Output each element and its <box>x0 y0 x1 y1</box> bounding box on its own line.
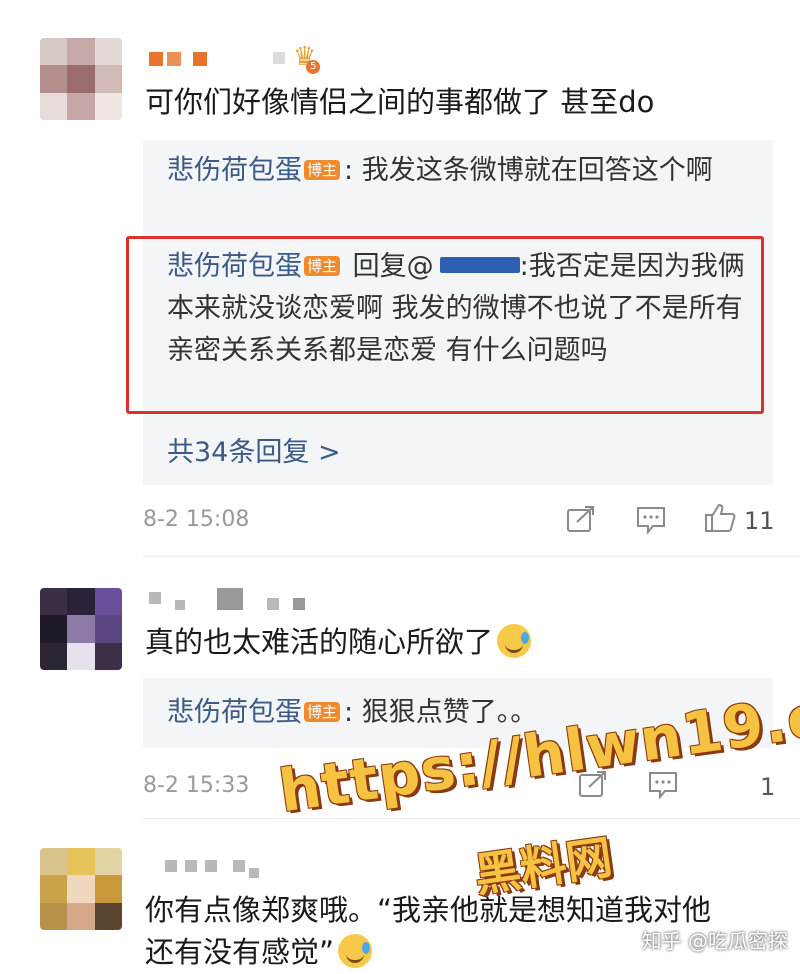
thumbs-up-icon[interactable] <box>704 503 736 533</box>
reply-text: 我发这条微博就在回答这个啊 <box>353 155 713 186</box>
comment-1: ♛ 5 可你们好像情侣之间的事都做了 甚至do 悲伤荷包蛋 博主: 我发这条微博就在… <box>0 0 800 560</box>
comment-text: 可你们好像情侣之间的事都做了 甚至do <box>145 85 655 119</box>
divider <box>143 818 800 819</box>
avatar[interactable] <box>40 38 122 120</box>
more-replies-link[interactable]: 共34条回复 > <box>167 430 341 469</box>
username-redacted[interactable]: ♛ 5 <box>145 44 345 74</box>
timestamp: 8-2 15:08 <box>143 507 250 532</box>
highlight-box <box>126 236 764 414</box>
avatar[interactable] <box>40 588 122 670</box>
comment-icon[interactable] <box>636 506 666 534</box>
reply-author[interactable]: 悲伤荷包蛋 <box>167 155 302 186</box>
timestamp: 8-2 15:33 <box>143 773 250 798</box>
crown-icon: ♛ 5 <box>293 44 321 74</box>
blogger-badge: 博主 <box>304 160 341 180</box>
reply-author[interactable]: 悲伤荷包蛋 <box>167 697 302 728</box>
like-count: 11 <box>744 507 775 535</box>
comment-text-line-1: 你有点像郑爽哦。“我亲他就是想知道我对他 <box>145 893 712 927</box>
laugh-cry-emoji <box>338 934 373 968</box>
share-icon[interactable] <box>566 505 596 533</box>
reply-text: 狠狠点赞了。。 <box>353 697 538 728</box>
username-redacted[interactable] <box>145 854 345 884</box>
sweat-smile-emoji <box>497 624 532 658</box>
comment-icon[interactable] <box>648 771 678 799</box>
reply-item[interactable]: 悲伤荷包蛋 博主: 我发这条微博就在回答这个啊 <box>167 150 749 192</box>
divider <box>143 556 800 557</box>
comment-text-line-2: 还有没有感觉” <box>145 930 373 974</box>
username-redacted[interactable] <box>145 586 345 616</box>
avatar[interactable] <box>40 848 122 930</box>
blogger-badge: 博主 <box>304 702 341 722</box>
source-credit: 知乎 @吃瓜密探 <box>641 929 788 953</box>
like-count: 1 <box>760 773 776 801</box>
comment-text: 真的也太难活的随心所欲了 <box>145 620 532 664</box>
